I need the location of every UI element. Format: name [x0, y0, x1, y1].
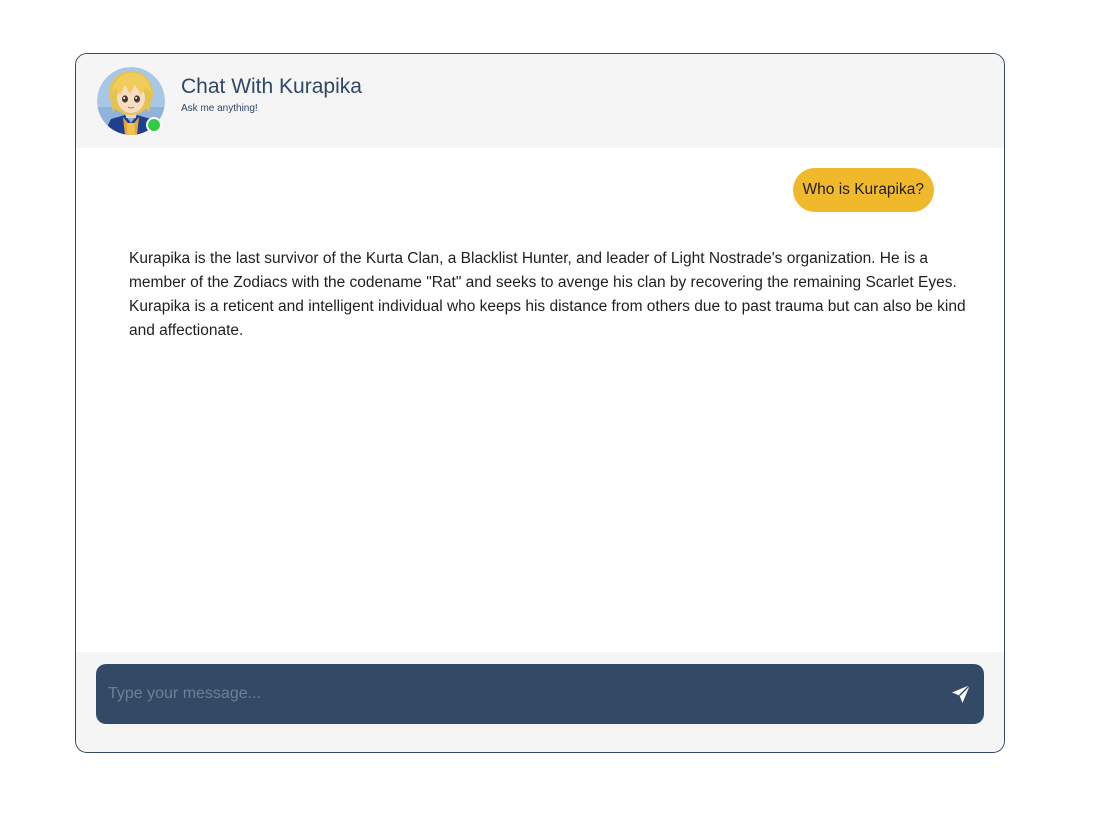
composer-area: [76, 652, 1004, 752]
chat-window: Chat With Kurapika Ask me anything! Who …: [75, 53, 1005, 753]
send-button[interactable]: [946, 679, 976, 709]
bot-message: Kurapika is the last survivor of the Kur…: [129, 250, 966, 339]
chat-subtitle: Ask me anything!: [181, 103, 258, 114]
message-input[interactable]: [108, 664, 928, 724]
avatar-container: [97, 67, 165, 135]
chat-title: Chat With Kurapika: [181, 75, 362, 98]
online-status-dot: [146, 117, 162, 133]
message-list: Who is Kurapika? Kurapika is the last su…: [76, 148, 1004, 652]
composer-bar: [96, 664, 984, 724]
user-message-bubble: Who is Kurapika?: [792, 168, 934, 212]
chat-header: Chat With Kurapika Ask me anything!: [76, 54, 1004, 148]
send-icon: [952, 684, 971, 703]
